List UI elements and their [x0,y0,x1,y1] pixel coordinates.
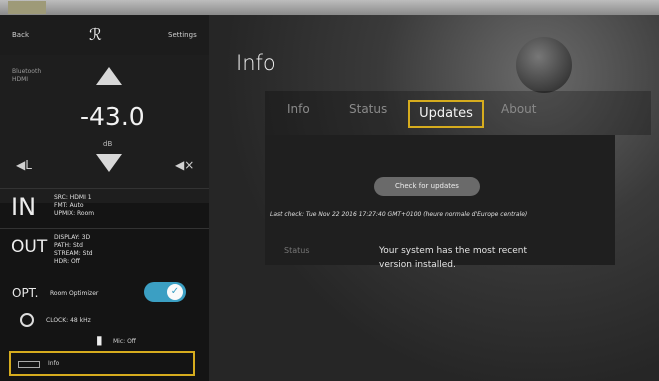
tab-bar: Info Status Updates About [265,91,651,135]
input-details: SRC: HDMI 1 FMT: Auto UPMIX: Room [54,194,94,218]
app-frame: Back ℛ Settings Bluetooth HDMI -43.0 dB … [0,0,659,381]
check-icon: ✓ [167,284,183,300]
volume-panel: Bluetooth HDMI -43.0 dB ◀L ◀× [0,55,209,203]
volume-unit: dB [103,140,113,148]
clock-text: CLOCK: 48 kHz [46,317,91,324]
speaker-left-icon[interactable]: ◀L [16,158,32,172]
status-message: Your system has the most recent version … [379,246,527,270]
input-label: IN [11,193,37,221]
tab-about[interactable]: About [501,102,536,116]
optimizer-sub-label: Room Optimizer [50,290,99,297]
optimizer-label: OPT. [12,286,39,300]
background-knob [516,37,572,93]
logo-icon: ℛ [89,25,102,44]
source-text: Bluetooth HDMI [12,68,42,83]
input-section[interactable]: IN SRC: HDMI 1 FMT: Auto UPMIX: Room [0,188,209,226]
status-label: Status [284,246,310,255]
tab-updates[interactable]: Updates [408,100,484,128]
input-line: UPMIX: Room [54,210,95,217]
volume-value: -43.0 [80,102,145,131]
mute-icon[interactable]: ◀× [175,158,194,172]
output-section[interactable]: OUT DISPLAY: 3D PATH: Std STREAM: Std HD… [0,228,209,266]
check-updates-button[interactable]: Check for updates [374,177,480,196]
settings-button[interactable]: Settings [168,31,197,39]
microphone-icon[interactable]: ▮ [96,333,103,347]
window-tab[interactable] [8,1,46,14]
sidebar: Back ℛ Settings Bluetooth HDMI -43.0 dB … [0,15,209,381]
mic-text: Mic: Off [113,338,136,345]
output-line: PATH: Std [54,242,83,249]
output-line: HDR: Off [54,258,80,265]
page-title: Info [236,51,276,75]
info-button[interactable]: Info [9,351,195,376]
last-check-text: Last check: Tue Nov 22 2016 17:27:40 GMT… [270,211,528,218]
optimizer-row: OPT. Room Optimizer ✓ [0,280,209,308]
optimizer-toggle[interactable]: ✓ [144,282,186,302]
title-bar [0,0,659,15]
sidebar-header: Back ℛ Settings [0,15,209,55]
clock-row: CLOCK: 48 kHz [0,313,209,333]
back-button[interactable]: Back [12,31,29,39]
clock-icon [20,313,34,327]
updates-content: Check for updates Last check: Tue Nov 22… [265,135,615,270]
mic-row: ▮ Mic: Off [0,333,209,351]
output-line: STREAM: Std [54,250,93,257]
output-label: OUT [11,237,48,257]
volume-up-icon[interactable] [96,67,122,85]
output-line: DISPLAY: 3D [54,234,91,241]
tab-updates-label: Updates [419,106,473,121]
tab-status[interactable]: Status [349,102,387,116]
input-line: FMT: Auto [54,202,84,209]
volume-down-icon[interactable] [96,154,122,172]
input-line: SRC: HDMI 1 [54,194,92,201]
output-details: DISPLAY: 3D PATH: Std STREAM: Std HDR: O… [54,234,93,266]
tab-info[interactable]: Info [287,102,310,116]
main-panel: Info Info Status Updates About Check for… [209,15,659,381]
info-button-label: Info [48,360,60,367]
info-icon [18,361,40,368]
